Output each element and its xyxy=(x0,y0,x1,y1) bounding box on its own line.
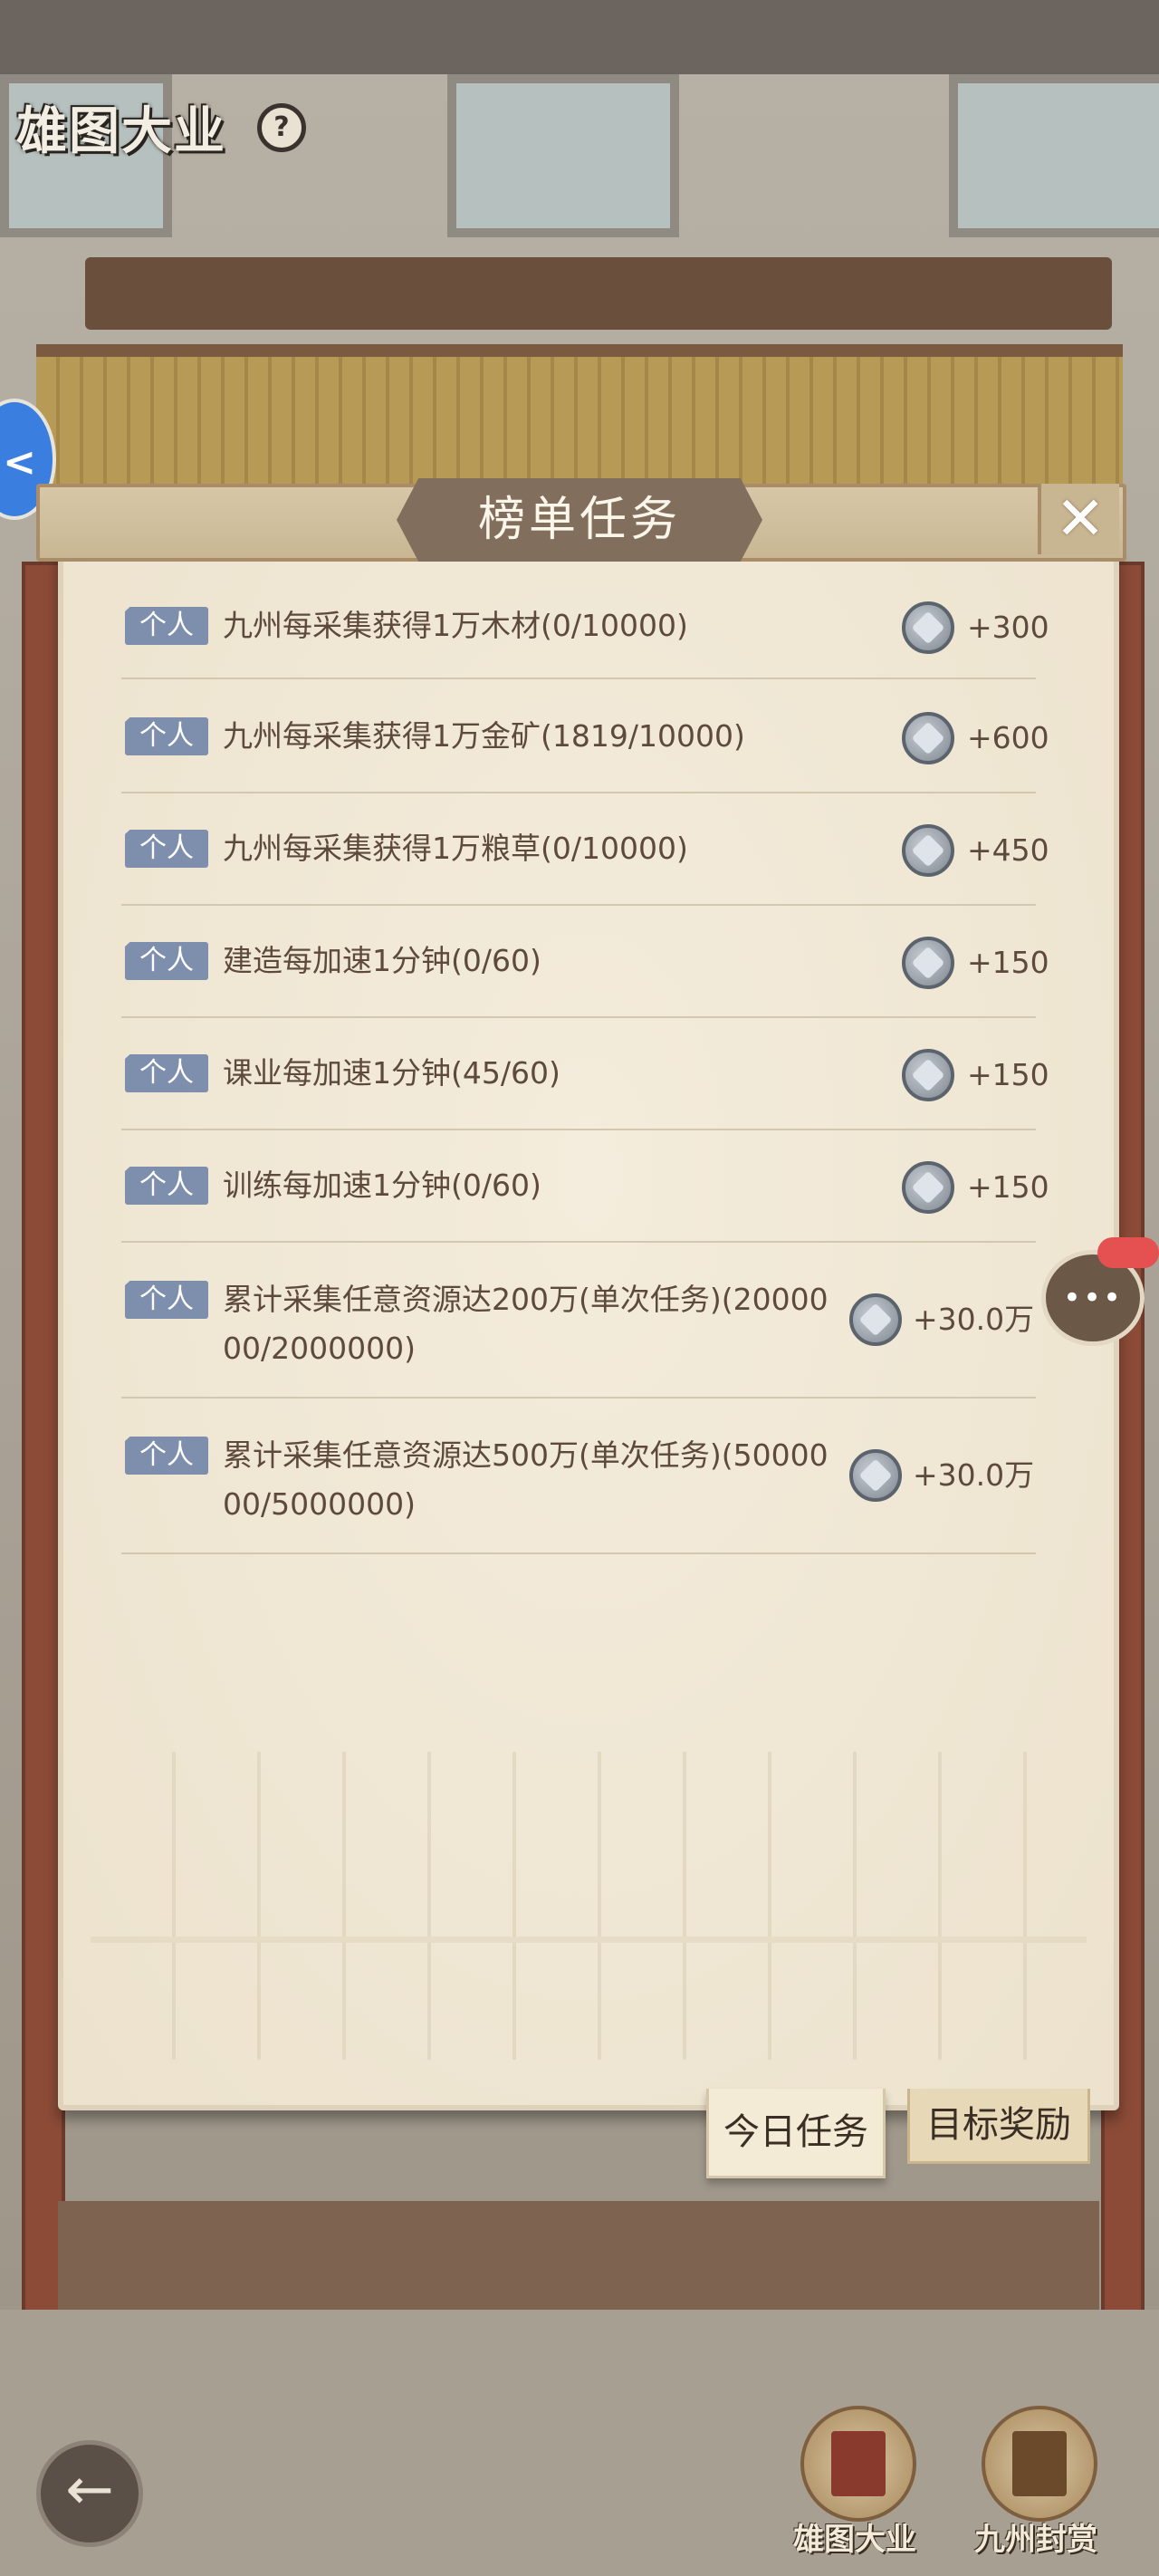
silver-coin-icon xyxy=(849,1449,902,1502)
panel-decorative-scene xyxy=(91,1752,1087,2060)
task-row: 个人 九州每采集获得1万粮草(0/10000) +450 xyxy=(121,793,1049,906)
silver-coin-icon xyxy=(902,601,954,654)
tab-goal-rewards[interactable]: 目标奖励 xyxy=(907,2089,1090,2164)
top-status-bar xyxy=(0,0,1159,74)
book-icon xyxy=(800,2406,916,2522)
bottom-nav-label: 雄图大业 xyxy=(793,2522,916,2558)
task-row: 个人 九州每采集获得1万木材(0/10000) +300 xyxy=(121,582,1049,679)
question-icon[interactable]: ? xyxy=(257,103,306,152)
task-text: 累计采集任意资源达200万(单次任务)(2000000/2000000) xyxy=(223,1282,829,1366)
task-text: 训练每加速1分钟(0/60) xyxy=(223,1168,541,1203)
task-reward: +150 xyxy=(967,1169,1049,1205)
back-arrow-icon[interactable]: ← xyxy=(36,2440,143,2547)
task-tag: 个人 xyxy=(125,942,208,980)
task-row: 个人 累计采集任意资源达500万(单次任务)(5000000/5000000) … xyxy=(121,1399,1036,1554)
silver-coin-icon xyxy=(902,1161,954,1214)
task-tag: 个人 xyxy=(125,717,208,755)
task-reward: +30.0万 xyxy=(913,1457,1035,1493)
task-text: 建造每加速1分钟(0/60) xyxy=(223,943,541,978)
task-text: 九州每采集获得1万木材(0/10000) xyxy=(223,608,688,643)
task-text: 累计采集任意资源达500万(单次任务)(5000000/5000000) xyxy=(223,1437,829,1522)
task-reward: +300 xyxy=(967,610,1049,645)
task-reward: +150 xyxy=(967,1057,1049,1092)
task-row: 个人 建造每加速1分钟(0/60) +150 xyxy=(121,906,1049,1018)
task-reward: +600 xyxy=(967,720,1049,755)
silver-coin-icon xyxy=(849,1293,902,1346)
task-tag: 个人 xyxy=(125,1437,208,1475)
background-window xyxy=(447,74,679,237)
task-text: 九州每采集获得1万粮草(0/10000) xyxy=(223,831,688,866)
silver-coin-icon xyxy=(902,824,954,877)
task-tag: 个人 xyxy=(125,1054,208,1092)
task-tag: 个人 xyxy=(125,1167,208,1205)
task-reward: +150 xyxy=(967,945,1049,980)
background-beam xyxy=(58,2201,1099,2310)
treasure-chest-icon xyxy=(982,2406,1097,2522)
task-row: 个人 九州每采集获得1万金矿(1819/10000) +600 xyxy=(121,679,1049,793)
task-text: 九州每采集获得1万金矿(1819/10000) xyxy=(223,718,745,754)
game-title: 雄图大业 xyxy=(16,101,226,161)
chat-notification-badge xyxy=(1097,1237,1159,1268)
task-row: 个人 训练每加速1分钟(0/60) +150 xyxy=(121,1130,1049,1243)
background-window xyxy=(949,74,1159,237)
silver-coin-icon xyxy=(902,1049,954,1101)
bottom-nav-item-xiongtu[interactable]: 雄图大业 xyxy=(791,2406,918,2569)
task-tag: 个人 xyxy=(125,1281,208,1319)
close-button[interactable]: ✕ xyxy=(1038,484,1119,554)
panel-title: 榜单任务 xyxy=(477,493,681,547)
tab-today-tasks[interactable]: 今日任务 xyxy=(706,2089,886,2178)
close-icon: ✕ xyxy=(1055,484,1106,553)
background-eave xyxy=(85,257,1112,330)
task-row: 个人 课业每加速1分钟(45/60) +150 xyxy=(121,1018,1049,1130)
silver-coin-icon xyxy=(902,937,954,989)
task-tag: 个人 xyxy=(125,607,208,645)
silver-coin-icon xyxy=(902,712,954,764)
bottom-nav-label: 九州封赏 xyxy=(974,2522,1097,2558)
task-text: 课业每加速1分钟(45/60) xyxy=(223,1055,560,1091)
task-tag: 个人 xyxy=(125,830,208,868)
task-reward: +450 xyxy=(967,832,1049,868)
task-reward: +30.0万 xyxy=(913,1302,1035,1337)
bottom-nav-item-jiuzhou[interactable]: 九州封赏 xyxy=(972,2406,1099,2569)
task-row: 个人 累计采集任意资源达200万(单次任务)(2000000/2000000) … xyxy=(121,1243,1036,1399)
